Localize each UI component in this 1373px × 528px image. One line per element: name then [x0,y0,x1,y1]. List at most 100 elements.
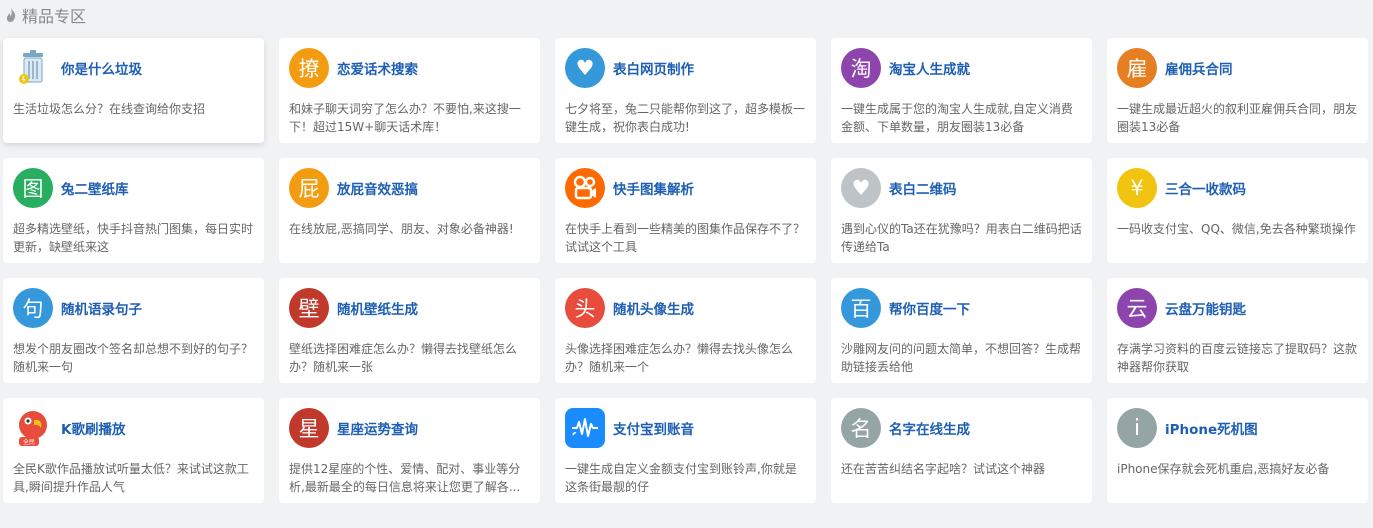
card-description: 在线放屁,恶搞同学、朋友、对象必备神器! [289,222,514,236]
info-i-icon: i [1117,408,1157,448]
card-header: 雇雇佣兵合同 [1117,48,1358,88]
tool-card-random-quote[interactable]: 句随机语录句子想发个朋友圈改个签名却总想不到好的句子？随机来一句 [3,278,264,383]
tool-card-payment-code[interactable]: ¥ 三合一收款码一码收支付宝、QQ、微信,免去各种繁琐操作 [1107,158,1368,263]
tool-card-iphone-crash[interactable]: i iPhone死机图 iPhone保存就会死机重启,恶搞好友必备 [1107,398,1368,503]
card-header: ♥ 表白二维码 [841,168,1082,208]
tool-card-baidu-for-you[interactable]: 百帮你百度一下沙雕网友问的问题太简单，不想回答？生成帮助链接丢给他 [831,278,1092,383]
heart-icon: ♥ [565,48,605,88]
card-description: 一码收支付宝、QQ、微信,免去各种繁琐操作 [1117,222,1356,236]
card-title: K歌刷播放 [61,422,126,438]
tool-card-fart-sound[interactable]: 屁放屁音效恶搞在线放屁,恶搞同学、朋友、对象必备神器! [279,158,540,263]
card-description: 一键生成属于您的淘宝人生成就,自定义消费金额、下单数量，朋友圈装13必备 [841,102,1073,134]
card-header: 云云盘万能钥匙 [1117,288,1358,328]
section-header: 精品专区 [4,4,86,26]
tu-char-icon: 图 [13,168,53,208]
card-title: 雇佣兵合同 [1165,62,1233,78]
card-description: 全民K歌作品播放试听量太低？来试试这款工具,瞬间提升作品人气 [13,462,249,494]
card-description: 生活垃圾怎么分？在线查询给你支招 [13,102,206,116]
card-title: 随机壁纸生成 [337,302,418,318]
card-header: 头随机头像生成 [565,288,806,328]
tao-char-icon: 淘 [841,48,881,88]
flame-icon [6,8,16,22]
card-header: 支付宝到账音 [565,408,806,448]
card-description: 头像选择困难症怎么办？懒得去找头像怎么办？随机来一个 [565,342,794,374]
ming-char-icon: 名 [841,408,881,448]
card-title: 淘宝人生成就 [889,62,970,78]
tool-card-trash-classify[interactable]: 你是什么垃圾生活垃圾怎么分？在线查询给你支招 [3,38,264,143]
tool-card-name-gen[interactable]: 名名字在线生成还在苦苦纠结名字起啥？试试这个神器 [831,398,1092,503]
bi-char-icon: 壁 [289,288,329,328]
card-header: 图兔二壁纸库 [13,168,254,208]
tool-card-wallpaper-lib[interactable]: 图兔二壁纸库超多精选壁纸，快手抖音热门图集，每日实时更新，缺壁纸来这 [3,158,264,263]
card-title: 名字在线生成 [889,422,970,438]
card-header: 撩恋爱话术搜索 [289,48,530,88]
card-title: 恋爱话术搜索 [337,62,418,78]
card-title: 三合一收款码 [1165,182,1246,198]
liao-char-icon: 撩 [289,48,329,88]
tool-card-random-avatar[interactable]: 头随机头像生成头像选择困难症怎么办？懒得去找头像怎么办？随机来一个 [555,278,816,383]
yuan-icon: ¥ [1117,168,1157,208]
card-title: 放屁音效恶搞 [337,182,418,198]
card-title: 表白二维码 [889,182,957,198]
tool-card-confession-qrcode[interactable]: ♥ 表白二维码遇到心仪的Ta还在犹豫吗？用表白二维码把话传递给Ta [831,158,1092,263]
tool-card-horoscope[interactable]: 星星座运势查询 提供12星座的个性、爱情、配对、事业等分析,最新最全的每日信息将来… [279,398,540,503]
card-header: 星星座运势查询 [289,408,530,448]
tool-card-taobao-life[interactable]: 淘淘宝人生成就一键生成属于您的淘宝人生成就,自定义消费金额、下单数量，朋友圈装1… [831,38,1092,143]
card-title: 支付宝到账音 [613,422,694,438]
card-title: 云盘万能钥匙 [1165,302,1246,318]
sound-wave-icon [565,408,605,448]
card-title: 随机语录句子 [61,302,142,318]
bai-char-icon: 百 [841,288,881,328]
card-header: ¥ 三合一收款码 [1117,168,1358,208]
card-description: 七夕将至，兔二只能帮你到这了，超多模板一键生成，祝你表白成功! [565,102,806,134]
yun-char-icon: 云 [1117,288,1157,328]
parrot-logo-icon: 全民 [13,408,53,448]
card-description: 壁纸选择困难症怎么办？懒得去找壁纸怎么办？随机来一张 [289,342,518,374]
tool-card-alipay-sound[interactable]: 支付宝到账音一键生成自定义金额支付宝到账铃声,你就是这条街最靓的仔 [555,398,816,503]
card-header: 句随机语录句子 [13,288,254,328]
card-title: iPhone死机图 [1165,422,1258,438]
tool-card-love-talk-search[interactable]: 撩恋爱话术搜索和妹子聊天词穷了怎么办？不要怕,来这搜一下！超过15W+聊天话术库… [279,38,540,143]
tool-card-confession-page[interactable]: ♥ 表白网页制作七夕将至，兔二只能帮你到这了，超多模板一键生成，祝你表白成功! [555,38,816,143]
card-header: 屁放屁音效恶搞 [289,168,530,208]
card-description: 在快手上看到一些精美的图集作品保存不了？试试这个工具 [565,222,806,254]
section-title: 精品专区 [22,7,87,26]
pi-char-icon: 屁 [289,168,329,208]
card-header: i iPhone死机图 [1117,408,1358,448]
gu-char-icon: 雇 [1117,48,1157,88]
card-description: iPhone保存就会死机重启,恶搞好友必备 [1117,462,1330,476]
tool-card-kuaishou-parse[interactable]: 快手图集解析在快手上看到一些精美的图集作品保存不了？试试这个工具 [555,158,816,263]
tool-grid: 你是什么垃圾 生活垃圾怎么分？在线查询给你支招撩恋爱话术搜索 和妹子聊天词穷了怎么办… [3,38,1368,503]
tool-card-pan-key[interactable]: 云云盘万能钥匙存满学习资料的百度云链接忘了提取码？这款神器帮你获取 [1107,278,1368,383]
tool-card-ksong-play[interactable]: 全民 K歌刷播放全民K歌作品播放试听量太低？来试试这款工具,瞬间提升作品人气 [3,398,264,503]
card-header: 快手图集解析 [565,168,806,208]
card-description: 还在苦苦纠结名字起啥？试试这个神器 [841,462,1046,476]
card-header: 壁随机壁纸生成 [289,288,530,328]
card-description: 想发个朋友圈改个签名却总想不到好的句子？随机来一句 [13,342,254,374]
card-title: 兔二壁纸库 [61,182,129,198]
card-description: 和妹子聊天词穷了怎么办？不要怕,来这搜一下！超过15W+聊天话术库！ [289,102,521,134]
card-description: 沙雕网友问的问题太简单，不想回答？生成帮助链接丢给他 [841,342,1082,374]
card-header: 你是什么垃圾 [13,48,254,88]
tou-char-icon: 头 [565,288,605,328]
card-title: 表白网页制作 [613,62,694,78]
kuaishou-logo-icon [565,168,605,208]
card-description: 超多精选壁纸，快手抖音热门图集，每日实时更新，缺壁纸来这 [13,222,254,254]
card-header: 百帮你百度一下 [841,288,1082,328]
card-title: 帮你百度一下 [889,302,970,318]
card-header: 淘淘宝人生成就 [841,48,1082,88]
ju-char-icon: 句 [13,288,53,328]
card-title: 你是什么垃圾 [61,62,142,78]
card-title: 随机头像生成 [613,302,694,318]
card-header: 名名字在线生成 [841,408,1082,448]
trash-bin-icon [13,48,53,88]
card-description: 存满学习资料的百度云链接忘了提取码？这款神器帮你获取 [1117,342,1358,374]
heart-icon: ♥ [841,168,881,208]
tool-card-random-wallpaper[interactable]: 壁随机壁纸生成壁纸选择困难症怎么办？懒得去找壁纸怎么办？随机来一张 [279,278,540,383]
xing-char-icon: 星 [289,408,329,448]
card-description: 一键生成自定义金额支付宝到账铃声,你就是这条街最靓的仔 [565,462,797,494]
tool-card-mercenary-contract[interactable]: 雇雇佣兵合同 一键生成最近超火的叙利亚雇佣兵合同，朋友圈装13必备 [1107,38,1368,143]
card-header: ♥ 表白网页制作 [565,48,806,88]
card-title: 快手图集解析 [613,182,694,198]
card-description: 遇到心仪的Ta还在犹豫吗？用表白二维码把话传递给Ta [841,222,1082,254]
